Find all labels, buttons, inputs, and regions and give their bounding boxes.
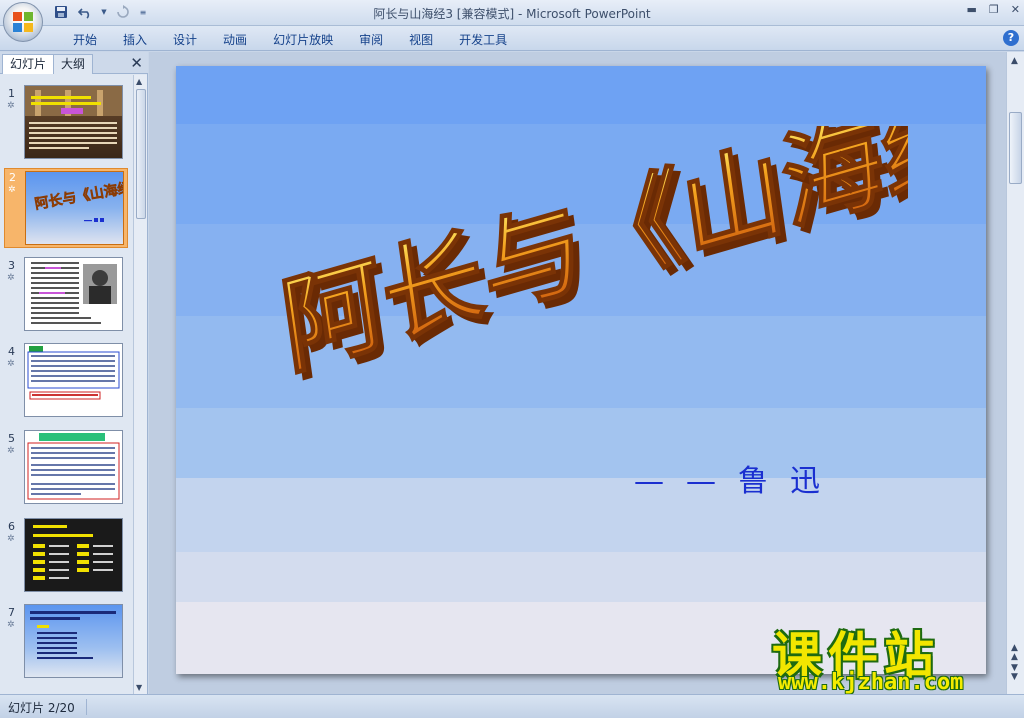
close-pane-icon[interactable]: ✕ [130, 54, 143, 72]
animation-star-icon: ✲ [7, 534, 15, 544]
slide-number: 3 [8, 259, 15, 272]
tab-developer[interactable]: 开发工具 [446, 31, 520, 49]
background-band [176, 478, 986, 552]
background-band [176, 552, 986, 602]
close-window-icon[interactable]: ✕ [1011, 3, 1020, 16]
help-button[interactable]: ? [1003, 30, 1019, 46]
thumbnail-scrollbar[interactable]: ▲ ▼ [133, 75, 147, 694]
slide-number: 2 [9, 171, 16, 184]
slide-scrollbar[interactable]: ▲ ▲ ▲ ▼ ▼ [1006, 52, 1024, 694]
animation-star-icon: ✲ [7, 620, 15, 630]
slide-preview [24, 343, 123, 417]
slide-author[interactable]: ——鲁迅 [634, 456, 842, 500]
restore-icon[interactable]: ❐ [989, 3, 999, 16]
slide-thumbnail-1[interactable]: 1 ✲ [4, 85, 128, 163]
tab-slides[interactable]: 幻灯片 [2, 54, 55, 74]
slide-thumbnail-5[interactable]: 5 ✲ [4, 430, 128, 508]
title-bar: ▼ ≡ 阿长与山海经3 [兼容模式] - Microsoft PowerPoin… [0, 0, 1024, 26]
slide-thumbnail-4[interactable]: 4 ✲ [4, 343, 128, 421]
status-bar: 幻灯片 2/20 [0, 694, 1024, 718]
slide-preview [24, 257, 123, 331]
powerpoint-window: ▼ ≡ 阿长与山海经3 [兼容模式] - Microsoft PowerPoin… [0, 0, 1024, 718]
ribbon-tab-bar: 开始 插入 设计 动画 幻灯片放映 审阅 视图 开发工具 ? [0, 26, 1024, 51]
ribbon-tabs: 开始 插入 设计 动画 幻灯片放映 审阅 视图 开发工具 [60, 31, 520, 49]
next-slide-icon[interactable]: ▼ ▼ [1011, 664, 1018, 682]
tab-design[interactable]: 设计 [160, 31, 210, 49]
slide-number: 6 [8, 520, 15, 533]
slide-preview [24, 604, 123, 678]
slide-preview [24, 430, 123, 504]
slides-pane: 幻灯片 大纲 ✕ 1 ✲ 2 ✲ 阿长与《山海经》 3 ✲ 4 ✲ 5 ✲ 6 … [0, 52, 148, 694]
animation-star-icon: ✲ [7, 446, 15, 456]
tab-insert[interactable]: 插入 [110, 31, 160, 49]
title-separator: - [514, 7, 527, 21]
slide-title[interactable]: 阿长与《山海经》 阿长与《山海经》 [268, 126, 908, 426]
pane-tabs: 幻灯片 大纲 ✕ [0, 52, 148, 74]
svg-text:阿长与《山海经》: 阿长与《山海经》 [33, 177, 123, 213]
slide-preview: 阿长与《山海经》 [25, 171, 124, 245]
minimize-icon[interactable]: ▬ [967, 3, 977, 16]
window-title: 阿长与山海经3 [兼容模式] - Microsoft PowerPoint [0, 5, 1024, 22]
office-button[interactable] [3, 2, 43, 42]
tab-view[interactable]: 视图 [396, 31, 446, 49]
tab-home[interactable]: 开始 [60, 31, 110, 49]
tab-review[interactable]: 审阅 [346, 31, 396, 49]
thumbnail-list: 1 ✲ 2 ✲ 阿长与《山海经》 3 ✲ 4 ✲ 5 ✲ 6 ✲ 7 ✲ [0, 75, 133, 694]
tab-slideshow[interactable]: 幻灯片放映 [260, 31, 346, 49]
slide-number: 5 [8, 432, 15, 445]
animation-star-icon: ✲ [8, 185, 16, 195]
scroll-down-icon[interactable]: ▼ [136, 683, 142, 692]
tab-outline[interactable]: 大纲 [53, 54, 94, 74]
app-name: Microsoft PowerPoint [526, 7, 651, 21]
slide-number: 7 [8, 606, 15, 619]
previous-slide-icon[interactable]: ▲ ▲ [1011, 644, 1018, 662]
slide-thumbnail-6[interactable]: 6 ✲ [4, 518, 128, 596]
slide-thumbnail-3[interactable]: 3 ✲ [4, 257, 128, 335]
office-logo-icon [13, 12, 33, 32]
slide-thumbnail-2[interactable]: 2 ✲ 阿长与《山海经》 [4, 168, 128, 248]
animation-star-icon: ✲ [7, 101, 15, 111]
title-text: 阿长与《山海经》 [274, 126, 908, 391]
scroll-thumb[interactable] [136, 89, 146, 219]
slide-preview [24, 85, 123, 159]
slide-indicator: 幻灯片 2/20 [8, 701, 75, 715]
scroll-up-icon[interactable]: ▲ [136, 77, 142, 86]
animation-star-icon: ✲ [7, 359, 15, 369]
slide-thumbnail-7[interactable]: 7 ✲ [4, 604, 128, 682]
scroll-up-icon[interactable]: ▲ [1011, 56, 1018, 66]
scroll-thumb[interactable] [1009, 112, 1022, 184]
window-controls: ▬ ❐ ✕ [967, 3, 1021, 16]
slide-editor: 阿长与《山海经》 阿长与《山海经》 ——鲁迅 [149, 52, 1006, 694]
watermark: 课件站 www.kjzhan.com [772, 616, 1004, 700]
animation-star-icon: ✲ [7, 273, 15, 283]
slide-canvas[interactable]: 阿长与《山海经》 阿长与《山海经》 ——鲁迅 [176, 66, 986, 674]
document-title: 阿长与山海经3 [兼容模式] [373, 7, 515, 21]
tab-animations[interactable]: 动画 [210, 31, 260, 49]
watermark-url: www.kjzhan.com [778, 670, 964, 695]
slide-number: 4 [8, 345, 15, 358]
slide-preview [24, 518, 123, 592]
slide-number: 1 [8, 87, 15, 100]
status-divider [86, 699, 87, 715]
background-band [176, 66, 986, 124]
